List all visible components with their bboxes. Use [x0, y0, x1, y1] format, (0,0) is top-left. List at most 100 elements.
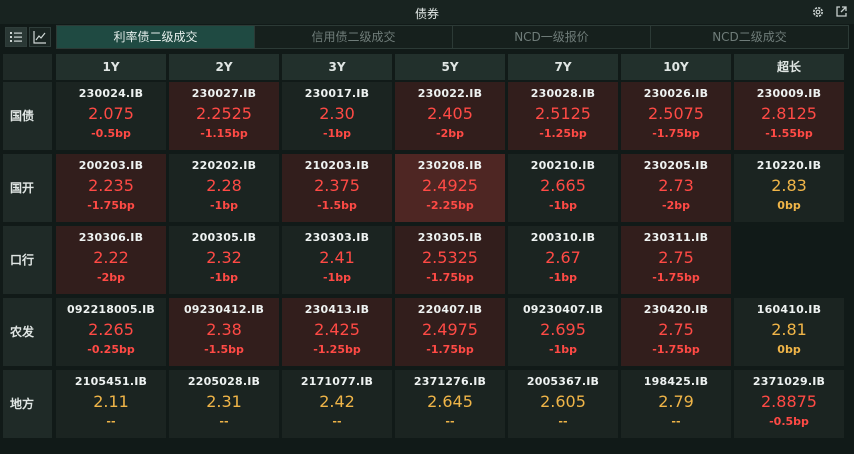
bond-code: 2005367.IB: [526, 375, 600, 388]
bond-code: 230306.IB: [78, 231, 144, 244]
yield-change: --: [332, 415, 342, 428]
bond-yield: 2.30: [319, 104, 355, 123]
yield-change: --: [219, 415, 229, 428]
bond-yield: 2.375: [314, 176, 360, 195]
title-bar: 债券: [0, 0, 854, 24]
column-header: 3Y: [282, 54, 392, 80]
bond-cell[interactable]: 200310.IB 2.67 -1bp: [508, 226, 618, 294]
bond-cell[interactable]: 230205.IB 2.73 -2bp: [621, 154, 731, 222]
row-header: 农发: [3, 298, 52, 366]
bond-cell[interactable]: 230413.IB 2.425 -1.25bp: [282, 298, 392, 366]
bond-yield: 2.075: [88, 104, 134, 123]
yield-change: --: [106, 415, 116, 428]
bond-yield: 2.22: [93, 248, 129, 267]
yield-change: --: [445, 415, 455, 428]
bond-code: 160410.IB: [756, 303, 822, 316]
bond-yield: 2.2525: [196, 104, 252, 123]
yield-change: -0.5bp: [91, 127, 131, 140]
bond-yield: 2.5125: [535, 104, 591, 123]
external-link-icon[interactable]: [833, 4, 849, 20]
bond-yield: 2.31: [206, 392, 242, 411]
bond-yield: 2.28: [206, 176, 242, 195]
bond-code: 230413.IB: [304, 303, 370, 316]
yield-change: --: [671, 415, 681, 428]
bond-cell[interactable]: 230026.IB 2.5075 -1.75bp: [621, 82, 731, 150]
bond-code: 200203.IB: [78, 159, 144, 172]
yield-change: -1bp: [210, 271, 238, 284]
bond-code: 200210.IB: [530, 159, 596, 172]
bond-cell[interactable]: 230305.IB 2.5325 -1.75bp: [395, 226, 505, 294]
bond-cell[interactable]: 2371029.IB 2.8875 -0.5bp: [734, 370, 844, 438]
bond-cell[interactable]: 230311.IB 2.75 -1.75bp: [621, 226, 731, 294]
bond-yield: 2.42: [319, 392, 355, 411]
yield-change: -1bp: [549, 199, 577, 212]
bond-code: 230009.IB: [756, 87, 822, 100]
yield-change: -1.75bp: [652, 271, 700, 284]
yield-change: -1.5bp: [204, 343, 244, 356]
gear-icon[interactable]: [810, 4, 826, 20]
yield-change: -2bp: [436, 127, 464, 140]
bond-cell[interactable]: 200203.IB 2.235 -1.75bp: [56, 154, 166, 222]
column-header: 5Y: [395, 54, 505, 80]
bond-cell[interactable]: 230027.IB 2.2525 -1.15bp: [169, 82, 279, 150]
tab-credit-bonds-secondary[interactable]: 信用债二级成交: [255, 26, 453, 48]
bond-cell[interactable]: 230022.IB 2.405 -2bp: [395, 82, 505, 150]
yield-change: -1.75bp: [87, 199, 135, 212]
bond-cell[interactable]: 198425.IB 2.79 --: [621, 370, 731, 438]
bond-cell[interactable]: 230306.IB 2.22 -2bp: [56, 226, 166, 294]
bond-cell[interactable]: 210220.IB 2.83 0bp: [734, 154, 844, 222]
bond-cell[interactable]: 230024.IB 2.075 -0.5bp: [56, 82, 166, 150]
bond-cell[interactable]: 092218005.IB 2.265 -0.25bp: [56, 298, 166, 366]
bond-cell[interactable]: 2171077.IB 2.42 --: [282, 370, 392, 438]
chart-view-button[interactable]: [29, 27, 51, 47]
bond-code: 230205.IB: [643, 159, 709, 172]
bond-code: 230303.IB: [304, 231, 370, 244]
yield-change: -1bp: [549, 271, 577, 284]
bond-yield: 2.32: [206, 248, 242, 267]
bond-cell[interactable]: 230208.IB 2.4925 -2.25bp: [395, 154, 505, 222]
bond-cell[interactable]: 2371276.IB 2.645 --: [395, 370, 505, 438]
yield-change: -1bp: [549, 343, 577, 356]
yield-change: -2bp: [662, 199, 690, 212]
bond-cell[interactable]: 200210.IB 2.665 -1bp: [508, 154, 618, 222]
tab-rate-bonds-secondary[interactable]: 利率债二级成交: [57, 26, 255, 48]
bond-cell[interactable]: 160410.IB 2.81 0bp: [734, 298, 844, 366]
yield-change: -2bp: [97, 271, 125, 284]
bond-cell[interactable]: 210203.IB 2.375 -1.5bp: [282, 154, 392, 222]
bond-code: 2205028.IB: [187, 375, 261, 388]
tab-ncd-secondary[interactable]: NCD二级成交: [651, 26, 848, 48]
bond-code: 230311.IB: [643, 231, 709, 244]
bond-cell[interactable]: 200305.IB 2.32 -1bp: [169, 226, 279, 294]
bond-cell[interactable]: 220407.IB 2.4975 -1.75bp: [395, 298, 505, 366]
bond-cell[interactable]: 230028.IB 2.5125 -1.25bp: [508, 82, 618, 150]
bond-yield: 2.38: [206, 320, 242, 339]
column-header: 7Y: [508, 54, 618, 80]
bond-yield: 2.83: [771, 176, 807, 195]
bond-cell[interactable]: 09230412.IB 2.38 -1.5bp: [169, 298, 279, 366]
bond-cell[interactable]: 220202.IB 2.28 -1bp: [169, 154, 279, 222]
bond-cell[interactable]: 2105451.IB 2.11 --: [56, 370, 166, 438]
row-header: 地方: [3, 370, 52, 438]
tab-ncd-primary-quote[interactable]: NCD一级报价: [453, 26, 651, 48]
yield-change: -1.75bp: [652, 127, 700, 140]
bond-cell[interactable]: 09230407.IB 2.695 -1bp: [508, 298, 618, 366]
bond-cell[interactable]: 230303.IB 2.41 -1bp: [282, 226, 392, 294]
bond-cell[interactable]: 2205028.IB 2.31 --: [169, 370, 279, 438]
bond-yield: 2.4975: [422, 320, 478, 339]
bond-cell[interactable]: 230009.IB 2.8125 -1.55bp: [734, 82, 844, 150]
bond-code: 230420.IB: [643, 303, 709, 316]
bond-code: 220407.IB: [417, 303, 483, 316]
bond-code: 09230407.IB: [522, 303, 604, 316]
bond-cell[interactable]: 230420.IB 2.75 -1.75bp: [621, 298, 731, 366]
bond-code: 200310.IB: [530, 231, 596, 244]
bond-code: 230208.IB: [417, 159, 483, 172]
bond-yield: 2.265: [88, 320, 134, 339]
bond-code: 200305.IB: [191, 231, 257, 244]
bond-yield: 2.81: [771, 320, 807, 339]
bond-code: 230022.IB: [417, 87, 483, 100]
bond-cell[interactable]: 2005367.IB 2.605 --: [508, 370, 618, 438]
list-view-button[interactable]: [5, 27, 27, 47]
bond-yield: 2.79: [658, 392, 694, 411]
yield-change: -1.75bp: [426, 343, 474, 356]
bond-cell[interactable]: 230017.IB 2.30 -1bp: [282, 82, 392, 150]
